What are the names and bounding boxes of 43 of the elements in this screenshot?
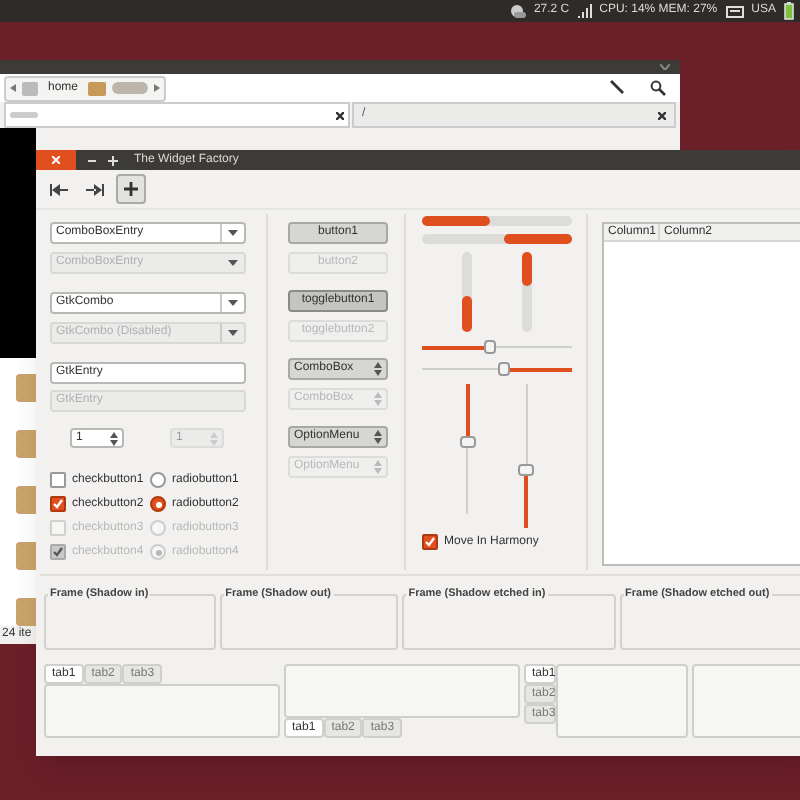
folder-icon (16, 430, 36, 458)
dropdown-arrow-icon (228, 230, 238, 236)
keyboard-icon (725, 5, 744, 17)
spinner-arrows-icon (374, 392, 382, 406)
dropdown-arrow-icon (228, 260, 238, 266)
checkbox[interactable] (50, 496, 66, 512)
caret-right-icon (154, 84, 161, 92)
slider-thumb[interactable] (518, 464, 535, 477)
minimize-icon[interactable] (88, 159, 96, 161)
spinner-arrows-icon (374, 362, 382, 376)
notebook-page (556, 664, 688, 738)
drive-icon (22, 81, 38, 95)
folder-icon (16, 598, 36, 626)
spinner-arrows-icon (374, 460, 382, 474)
skip-forward-icon (86, 183, 104, 195)
weather-icon (509, 4, 526, 18)
maximize-icon[interactable] (108, 155, 118, 165)
blurred-text (10, 112, 38, 118)
spinner-arrows-icon (110, 431, 118, 445)
checkbox[interactable] (50, 472, 66, 488)
toolbar-button[interactable] (116, 174, 146, 204)
folder-icon (16, 542, 36, 570)
spinner-arrows-icon (374, 430, 382, 444)
battery-icon (784, 2, 794, 20)
plus-icon (124, 182, 138, 196)
dropdown-arrow-icon (228, 300, 238, 306)
skip-back-icon (50, 183, 68, 195)
folder-icon (16, 486, 36, 514)
folder-icon (16, 374, 36, 402)
slider-thumb[interactable] (459, 436, 476, 449)
caret-left-icon (10, 84, 16, 92)
signal-icon (577, 4, 592, 18)
radio-button[interactable] (150, 496, 166, 512)
folder-icon (88, 80, 107, 96)
radio-button[interactable] (150, 472, 166, 488)
close-icon[interactable] (336, 111, 344, 119)
search-icon (650, 80, 666, 96)
checkbox[interactable] (422, 534, 438, 550)
chevron-down-icon (660, 64, 670, 70)
close-icon (52, 156, 60, 164)
path-button-blurred[interactable] (112, 82, 149, 94)
dropdown-arrow-icon (228, 330, 238, 336)
close-icon[interactable] (658, 111, 666, 119)
